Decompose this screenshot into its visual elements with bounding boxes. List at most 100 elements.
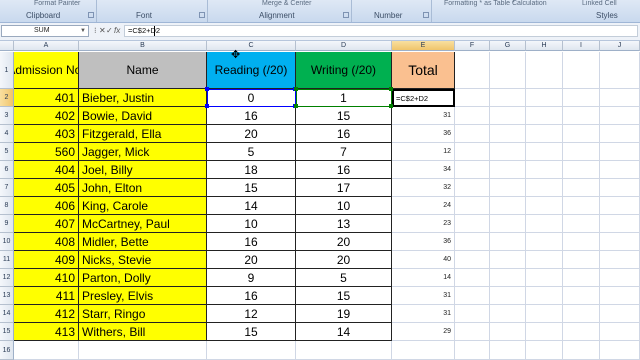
empty-cell[interactable] — [526, 161, 563, 179]
column-header-e[interactable]: E — [392, 41, 455, 51]
writing-cell[interactable]: 20 — [296, 251, 392, 269]
admission-no-cell[interactable]: 560 — [14, 143, 79, 161]
cell-i1[interactable] — [563, 52, 600, 89]
empty-cell[interactable] — [600, 125, 640, 143]
empty-cell[interactable] — [600, 89, 640, 107]
alignment-launcher-icon[interactable] — [343, 12, 349, 18]
empty-cell[interactable] — [455, 143, 490, 161]
row-header-4[interactable]: 4 — [0, 125, 14, 143]
total-cell[interactable]: 34 — [392, 161, 455, 179]
admission-no-cell[interactable]: 401 — [14, 89, 79, 107]
name-cell[interactable]: Parton, Dolly — [79, 269, 207, 287]
row-header-14[interactable]: 14 — [0, 305, 14, 323]
row-header-10[interactable]: 10 — [0, 233, 14, 251]
name-cell[interactable]: Bowie, David — [79, 107, 207, 125]
empty-cell[interactable] — [563, 179, 600, 197]
empty-cell[interactable] — [490, 215, 526, 233]
empty-cell[interactable] — [526, 269, 563, 287]
reading-cell[interactable]: 16 — [207, 233, 296, 251]
empty-cell[interactable] — [563, 287, 600, 305]
empty-cell[interactable] — [563, 143, 600, 161]
writing-cell[interactable]: 16 — [296, 161, 392, 179]
reading-cell[interactable]: 0 — [207, 89, 296, 107]
empty-cell[interactable] — [455, 305, 490, 323]
total-cell[interactable]: 24 — [392, 197, 455, 215]
empty-cell[interactable] — [526, 341, 563, 360]
empty-cell[interactable] — [600, 215, 640, 233]
row-header-11[interactable]: 11 — [0, 251, 14, 269]
admission-no-cell[interactable]: 409 — [14, 251, 79, 269]
name-cell[interactable]: Starr, Ringo — [79, 305, 207, 323]
empty-cell[interactable] — [563, 197, 600, 215]
column-header-d[interactable]: D — [296, 41, 392, 51]
reading-cell[interactable]: 20 — [207, 251, 296, 269]
row-header-1[interactable]: 1 — [0, 52, 14, 89]
header-reading[interactable]: Reading (/20) — [207, 52, 296, 89]
row-header-6[interactable]: 6 — [0, 161, 14, 179]
font-launcher-icon[interactable] — [199, 12, 205, 18]
empty-cell[interactable] — [600, 251, 640, 269]
cell-h1[interactable] — [526, 52, 563, 89]
name-cell[interactable]: Bieber, Justin — [79, 89, 207, 107]
empty-cell[interactable] — [526, 233, 563, 251]
empty-cell[interactable] — [526, 179, 563, 197]
select-all-corner[interactable] — [0, 41, 14, 51]
total-cell[interactable]: 14 — [392, 269, 455, 287]
number-launcher-icon[interactable] — [423, 12, 429, 18]
empty-cell[interactable] — [455, 215, 490, 233]
empty-cell[interactable] — [490, 125, 526, 143]
admission-no-cell[interactable]: 404 — [14, 161, 79, 179]
merge-center-button[interactable]: Merge & Center — [262, 0, 311, 7]
empty-cell[interactable] — [392, 341, 455, 360]
admission-no-cell[interactable]: 405 — [14, 179, 79, 197]
total-cell[interactable]: 36 — [392, 125, 455, 143]
clipboard-launcher-icon[interactable] — [88, 12, 94, 18]
linked-cell-style[interactable]: Linked Cell — [582, 0, 617, 7]
admission-no-cell[interactable]: 407 — [14, 215, 79, 233]
empty-cell[interactable] — [526, 143, 563, 161]
writing-cell[interactable]: 20 — [296, 233, 392, 251]
admission-no-cell[interactable]: 410 — [14, 269, 79, 287]
empty-cell[interactable] — [79, 341, 207, 360]
total-cell[interactable]: 32 — [392, 179, 455, 197]
empty-cell[interactable] — [563, 233, 600, 251]
reading-cell[interactable]: 18 — [207, 161, 296, 179]
admission-no-cell[interactable]: 403 — [14, 125, 79, 143]
name-cell[interactable]: John, Elton — [79, 179, 207, 197]
row-header-15[interactable]: 15 — [0, 323, 14, 341]
empty-cell[interactable] — [526, 107, 563, 125]
enter-icon[interactable]: ✓ — [106, 25, 113, 37]
range-handle[interactable] — [294, 104, 298, 108]
empty-cell[interactable] — [563, 305, 600, 323]
total-cell[interactable]: 40 — [392, 251, 455, 269]
row-header-3[interactable]: 3 — [0, 107, 14, 125]
column-header-a[interactable]: A — [14, 41, 79, 51]
name-cell[interactable]: Presley, Elvis — [79, 287, 207, 305]
name-cell[interactable]: Jagger, Mick — [79, 143, 207, 161]
header-writing[interactable]: Writing (/20) — [296, 52, 392, 89]
row-header-12[interactable]: 12 — [0, 269, 14, 287]
column-header-h[interactable]: H — [526, 41, 563, 51]
range-handle[interactable] — [389, 87, 393, 91]
header-admission-no[interactable]: Admission No. — [14, 52, 79, 89]
admission-no-cell[interactable]: 411 — [14, 287, 79, 305]
empty-cell[interactable] — [526, 197, 563, 215]
empty-cell[interactable] — [490, 305, 526, 323]
empty-cell[interactable] — [490, 107, 526, 125]
formula-input[interactable]: =C$2+D2 — [124, 25, 638, 37]
reading-cell[interactable]: 10 — [207, 215, 296, 233]
empty-cell[interactable] — [526, 89, 563, 107]
total-cell[interactable]: 29 — [392, 323, 455, 341]
chevron-down-icon[interactable]: ▼ — [80, 26, 86, 36]
row-header-8[interactable]: 8 — [0, 197, 14, 215]
empty-cell[interactable] — [490, 323, 526, 341]
empty-cell[interactable] — [490, 233, 526, 251]
header-name[interactable]: Name — [79, 52, 207, 89]
reading-cell[interactable]: 12 — [207, 305, 296, 323]
empty-cell[interactable] — [455, 125, 490, 143]
empty-cell[interactable] — [526, 251, 563, 269]
writing-cell[interactable]: 17 — [296, 179, 392, 197]
empty-cell[interactable] — [600, 197, 640, 215]
row-header-7[interactable]: 7 — [0, 179, 14, 197]
admission-no-cell[interactable]: 408 — [14, 233, 79, 251]
